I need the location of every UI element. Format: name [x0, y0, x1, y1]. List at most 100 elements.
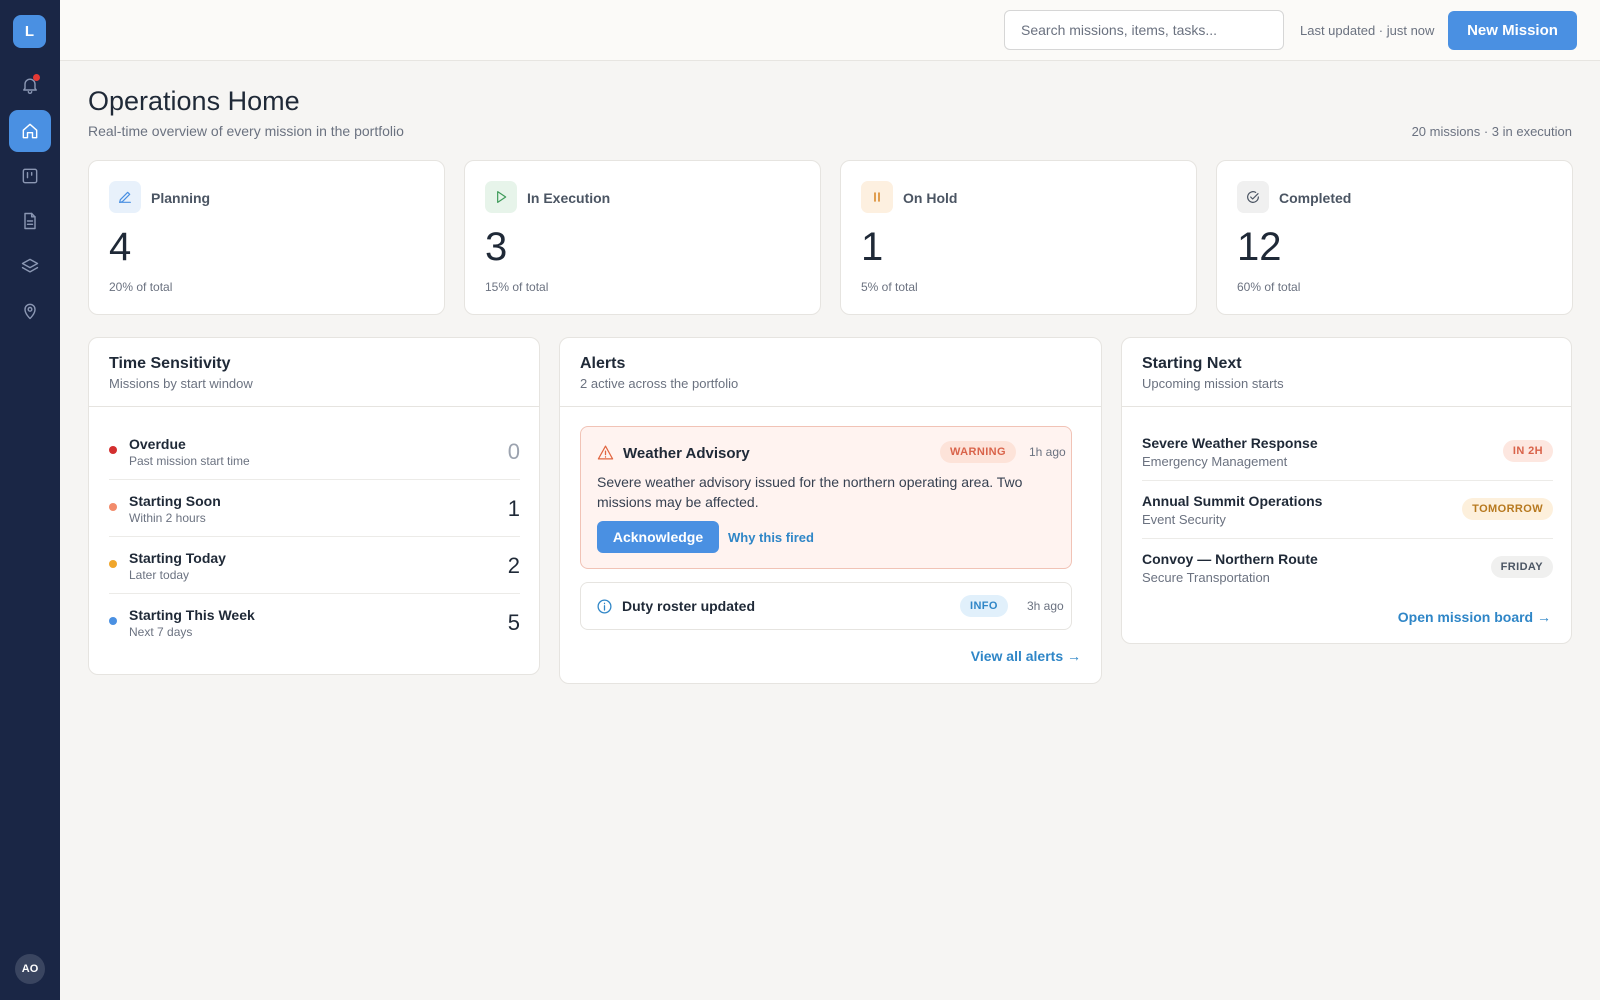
- panel-title: Time Sensitivity: [109, 355, 231, 372]
- stat-card-planning[interactable]: Planning 4 20% of total: [88, 160, 445, 315]
- panel-title: Alerts: [580, 355, 626, 372]
- time-window-label: Starting This Week: [129, 607, 255, 623]
- time-window-label: Starting Today: [129, 550, 226, 566]
- severity-badge: WARNING: [940, 441, 1016, 463]
- sidebar: L AO: [0, 0, 60, 1000]
- stat-value: 1: [861, 225, 884, 269]
- alert-title: Duty roster updated: [622, 598, 756, 614]
- top-bar: Last updated · just now New Mission: [60, 0, 1600, 61]
- pause-icon: [874, 192, 880, 202]
- time-window-description: Later today: [129, 568, 190, 582]
- pencil-icon: [119, 191, 131, 203]
- panel-header: Time Sensitivity Missions by start windo…: [89, 338, 539, 407]
- time-window-count: 0: [507, 439, 520, 464]
- notification-dot: [33, 74, 40, 81]
- stat-percentage: 5% of total: [861, 280, 918, 294]
- stat-value: 4: [109, 225, 132, 269]
- stat-label: On Hold: [903, 190, 958, 206]
- upcoming-mission-row[interactable]: Annual Summit Operations Event Security …: [1142, 481, 1553, 539]
- time-window-label: Overdue: [129, 436, 186, 452]
- status-dot: [109, 560, 117, 568]
- panel-header: Starting Next Upcoming mission starts: [1122, 338, 1571, 407]
- notifications-button[interactable]: [9, 64, 51, 106]
- mission-name: Convoy — Northern Route: [1142, 551, 1318, 567]
- status-dot: [109, 446, 117, 454]
- panel-title: Starting Next: [1142, 355, 1242, 372]
- nav-layers[interactable]: [9, 245, 51, 287]
- panel-subtitle: 2 active across the portfolio: [580, 376, 739, 391]
- time-window-count: 1: [507, 496, 520, 521]
- open-mission-board-link[interactable]: Open mission board →: [1398, 609, 1551, 625]
- mission-org: Event Security: [1142, 512, 1226, 527]
- alert-card-weather-advisory: Weather Advisory WARNING 1h ago Severe w…: [580, 426, 1072, 569]
- stat-icon-box: [1237, 181, 1269, 213]
- alert-body: Severe weather advisory issued for the n…: [597, 474, 1023, 510]
- starting-next-panel: Starting Next Upcoming mission starts Se…: [1121, 337, 1572, 644]
- time-window-count: 5: [507, 610, 520, 635]
- time-window-row-overdue[interactable]: Overdue Past mission start time 0: [109, 423, 520, 480]
- check-circle-icon: [1247, 191, 1259, 203]
- nav-home[interactable]: [9, 110, 51, 152]
- stat-icon-box: [861, 181, 893, 213]
- user-avatar[interactable]: AO: [15, 954, 45, 984]
- stat-card-on-hold[interactable]: On Hold 1 5% of total: [840, 160, 1197, 315]
- stat-label: Planning: [151, 190, 211, 206]
- panel-subtitle: Upcoming mission starts: [1142, 376, 1284, 391]
- stat-icon-box: [109, 181, 141, 213]
- time-window-description: Within 2 hours: [129, 511, 206, 525]
- status-dot: [109, 503, 117, 511]
- stat-card-in-execution[interactable]: In Execution 3 15% of total: [464, 160, 821, 315]
- nav-board[interactable]: [9, 155, 51, 197]
- stat-icon-box: [485, 181, 517, 213]
- time-window-row-this-week[interactable]: Starting This Week Next 7 days 5: [109, 594, 520, 651]
- stat-percentage: 60% of total: [1237, 280, 1301, 294]
- time-window-description: Past mission start time: [129, 454, 250, 468]
- panel-header: Alerts 2 active across the portfolio: [560, 338, 1101, 407]
- stat-value: 12: [1237, 225, 1282, 269]
- kanban-icon: [22, 168, 38, 184]
- upcoming-mission-row[interactable]: Convoy — Northern Route Secure Transport…: [1142, 539, 1553, 597]
- search-input[interactable]: [1004, 10, 1284, 50]
- stat-percentage: 20% of total: [109, 280, 173, 294]
- play-icon: [497, 191, 507, 203]
- time-window-count: 2: [507, 553, 520, 578]
- start-time-badge: IN 2H: [1502, 440, 1553, 462]
- time-sensitivity-panel: Time Sensitivity Missions by start windo…: [88, 337, 540, 675]
- alert-time: 1h ago: [1029, 445, 1066, 459]
- time-window-row-starting-soon[interactable]: Starting Soon Within 2 hours 1: [109, 480, 520, 537]
- stat-card-completed[interactable]: Completed 12 60% of total: [1216, 160, 1573, 315]
- mission-org: Secure Transportation: [1142, 570, 1270, 585]
- warning-triangle-icon: [597, 445, 614, 460]
- map-pin-icon: [24, 303, 36, 320]
- time-window-description: Next 7 days: [129, 625, 193, 639]
- page-subtitle: Real-time overview of every mission in t…: [88, 123, 404, 139]
- alert-card-duty-roster[interactable]: Duty roster updated INFO 3h ago: [580, 582, 1072, 630]
- nav-documents[interactable]: [9, 200, 51, 242]
- time-window-label: Starting Soon: [129, 493, 221, 509]
- nav-map[interactable]: [9, 290, 51, 332]
- document-icon: [24, 212, 36, 230]
- alert-time: 3h ago: [1027, 599, 1064, 613]
- stat-percentage: 15% of total: [485, 280, 549, 294]
- stat-label: In Execution: [527, 190, 611, 206]
- new-mission-button[interactable]: New Mission: [1448, 11, 1577, 50]
- app-logo[interactable]: L: [13, 15, 46, 48]
- layers-icon: [21, 258, 39, 273]
- info-circle-icon: [597, 599, 612, 614]
- last-updated-text: Last updated · just now: [1300, 23, 1435, 38]
- severity-badge: INFO: [960, 595, 1008, 617]
- time-window-row-starting-today[interactable]: Starting Today Later today 2: [109, 537, 520, 594]
- acknowledge-button[interactable]: Acknowledge: [597, 521, 719, 553]
- status-dot: [109, 617, 117, 625]
- alert-title: Weather Advisory: [623, 445, 750, 462]
- portfolio-counts: 20 missions · 3 in execution: [1411, 124, 1572, 139]
- why-this-fired-link[interactable]: Why this fired: [728, 530, 814, 545]
- page-title: Operations Home: [88, 86, 300, 116]
- mission-name: Annual Summit Operations: [1142, 493, 1323, 509]
- upcoming-mission-row[interactable]: Severe Weather Response Emergency Manage…: [1142, 423, 1553, 481]
- mission-name: Severe Weather Response: [1142, 435, 1318, 451]
- view-all-alerts-link[interactable]: View all alerts →: [971, 648, 1081, 664]
- start-time-badge: TOMORROW: [1462, 498, 1553, 520]
- mission-org: Emergency Management: [1142, 454, 1288, 469]
- stat-value: 3: [485, 225, 508, 269]
